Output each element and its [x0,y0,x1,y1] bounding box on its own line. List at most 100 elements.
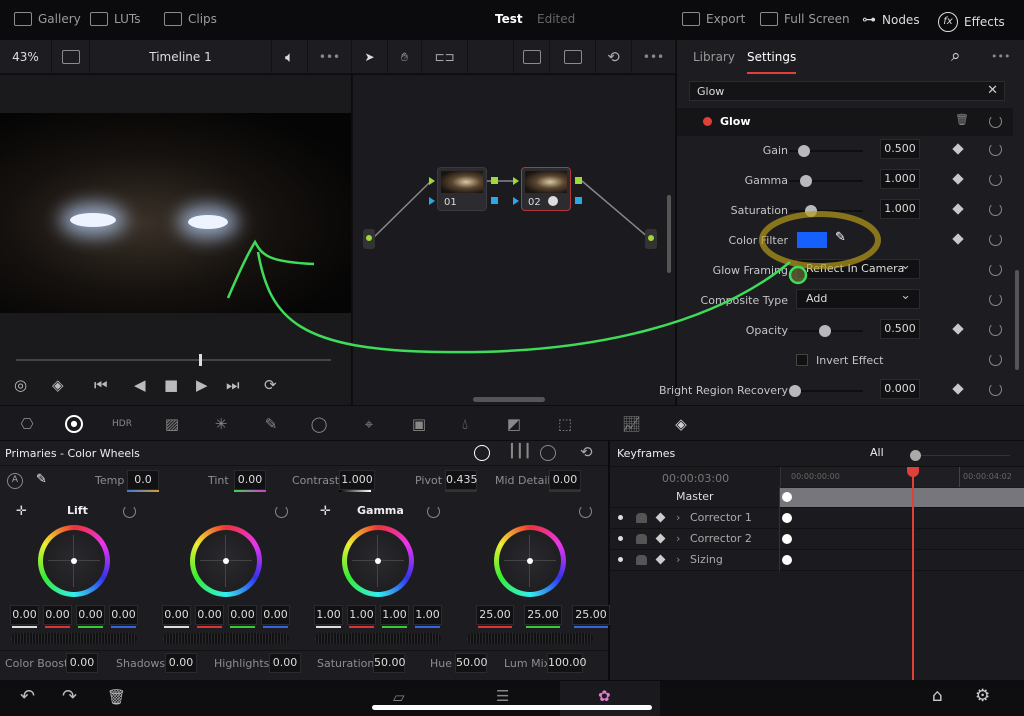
field-mid-detail[interactable]: 0.00 [549,470,581,490]
audio-button[interactable]: 🔈︎ [272,40,308,74]
window-icon[interactable]: ◯ [310,415,328,433]
field-shadows[interactable]: 0.00 [165,653,197,673]
keyframe-diamond-icon[interactable] [655,512,666,523]
node-reset-button[interactable]: ⟲ [596,40,632,74]
wheel-value-field[interactable]: 25.00 [572,605,610,625]
wheel-puck[interactable] [527,558,533,564]
skip-back-icon[interactable]: ⏮ [94,376,108,394]
clear-search-icon[interactable]: ✕ [987,83,998,98]
video-frame[interactable] [0,113,351,313]
viewer-more-button[interactable]: ••• [308,40,352,74]
reset-icon[interactable] [989,203,1002,216]
stop-icon[interactable]: ■ [164,376,178,394]
node-01[interactable]: 01 [437,167,487,211]
keyframe-point[interactable] [782,534,792,544]
color-page-tab[interactable]: ✿ [560,681,660,716]
wheel-value-field[interactable]: 1.00 [347,605,376,625]
search-input[interactable]: Glow ✕ [689,81,1005,101]
keyframe-diamond-icon[interactable] [952,323,964,335]
key-output-icon[interactable] [491,197,498,204]
field-contrast[interactable]: 1.000 [339,470,375,490]
reset-icon[interactable] [989,143,1002,156]
search-icon[interactable]: ⌕ [951,46,961,66]
luts-button[interactable]: LUTs [90,12,140,26]
auto-balance-icon[interactable]: A [7,473,23,489]
eyedropper-icon[interactable]: ✎ [36,472,47,487]
wheel-reset-icon[interactable] [427,505,440,518]
magic-mask-icon[interactable]: ▣ [410,415,428,433]
param-value-field[interactable]: 0.500 [880,319,920,339]
wheel-reset-icon[interactable] [579,505,592,518]
track-enable-dot[interactable] [618,515,623,520]
wheel-offset[interactable] [494,525,566,597]
split-view-button[interactable] [52,40,90,74]
keyframe-playhead[interactable] [907,467,919,680]
scrubber[interactable] [16,354,331,366]
wheel-value-field[interactable]: 1.00 [380,605,409,625]
source-input[interactable] [363,229,375,249]
slider-knob[interactable] [910,450,921,461]
reverse-play-icon[interactable]: ◀ [134,376,146,394]
param-dropdown[interactable]: Reflect In Camera [796,257,920,279]
log-wheels-icon[interactable] [540,445,556,461]
wheel-value-field[interactable]: 1.00 [314,605,343,625]
rgb-output-icon[interactable] [491,177,498,184]
wheel-value-field[interactable]: 0.00 [43,605,72,625]
wheel-puck[interactable] [223,558,229,564]
crosshair-icon[interactable]: ✛ [16,504,27,519]
curves-icon[interactable]: ▨ [163,415,181,433]
trash-icon[interactable]: 🗑︎ [107,688,126,706]
home-icon[interactable]: ⌂ [932,686,943,706]
reset-icon[interactable] [989,383,1002,396]
target-icon[interactable]: ◎ [14,376,27,394]
node-more-button[interactable]: ••• [632,40,676,74]
wheel-puck[interactable] [375,558,381,564]
color-swatch[interactable] [797,232,827,248]
grid-button[interactable] [550,40,596,74]
reset-icon[interactable] [989,263,1002,276]
zoom-level[interactable]: 43% [0,40,52,74]
delete-effect-icon[interactable]: 🗑︎ [955,113,969,126]
lock-icon[interactable] [636,555,647,565]
field-tint[interactable]: 0.00 [234,470,266,490]
lock-icon[interactable] [636,534,647,544]
chevron-right-icon[interactable]: › [676,532,680,545]
field-lum-mix[interactable]: 100.00 [547,653,587,673]
chevron-right-icon[interactable]: › [676,553,680,566]
node-scrollbar[interactable] [667,195,671,273]
rgb-output-icon[interactable] [575,177,582,184]
tab-library[interactable]: Library [693,50,735,64]
keyframe-track[interactable]: › Corrector 2 [610,529,1024,550]
master-jog-wheel[interactable] [163,633,289,644]
keyframe-track[interactable]: Master [610,487,1024,508]
slider-knob[interactable] [818,325,831,337]
timeline-selector[interactable]: Timeline 1 [90,40,272,74]
cut-page-icon[interactable]: ▱ [393,688,405,706]
slider-knob[interactable] [805,205,818,217]
slider-knob[interactable] [797,145,810,157]
rgb-input-icon[interactable] [429,177,435,185]
param-value-field[interactable]: 0.000 [880,379,920,399]
param-slider[interactable] [789,385,863,397]
pointer-tool[interactable]: ➤ [352,40,388,74]
keyframe-diamond-icon[interactable] [952,143,964,155]
color-warper-icon[interactable]: ✳ [212,415,230,433]
reset-icon[interactable] [989,233,1002,246]
scrubber-playhead[interactable] [198,354,202,366]
qualifier-icon[interactable]: ✎ [262,415,280,433]
keyframe-diamond-icon[interactable] [952,173,964,185]
rgb-input-icon[interactable] [513,177,519,185]
node-02[interactable]: 02 [521,167,571,211]
node-layout-button[interactable]: ⊏⊐ [422,40,468,74]
clips-button[interactable]: Clips [164,12,217,26]
export-button[interactable]: Export [682,12,745,26]
wheel-lift[interactable] [38,525,110,597]
thumbnail-button[interactable] [514,40,550,74]
nodes-button[interactable]: ⊶ Nodes [862,12,920,28]
track-enable-dot[interactable] [618,557,623,562]
master-jog-wheel[interactable] [467,633,593,644]
keyframe-point[interactable] [782,492,792,502]
keyframe-point[interactable] [782,555,792,565]
chevron-right-icon[interactable]: › [676,511,680,524]
keyframe-diamond-icon[interactable] [952,233,964,245]
